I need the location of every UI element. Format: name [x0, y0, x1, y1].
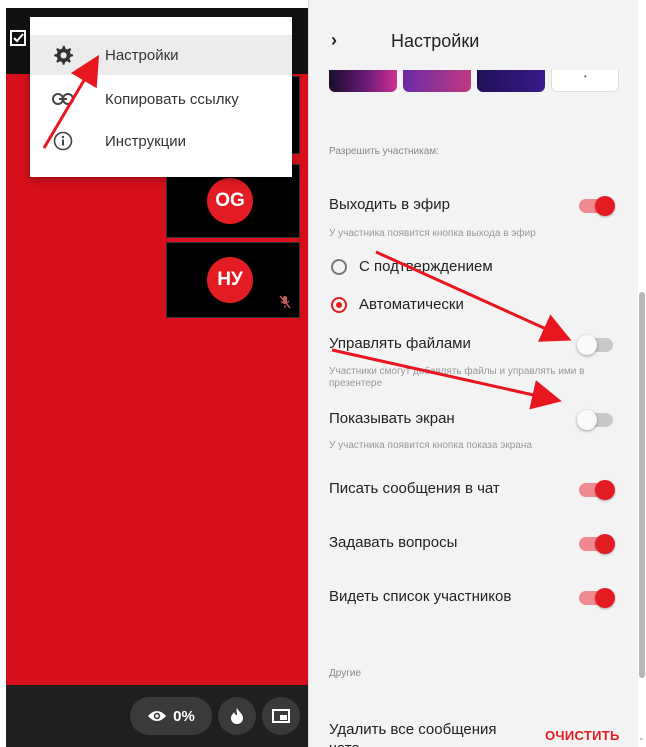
- avatar: НУ: [207, 257, 253, 303]
- background-swatch[interactable]: [403, 70, 471, 92]
- broadcast-label: Выходить в эфир: [329, 196, 450, 213]
- pip-button[interactable]: [262, 697, 300, 735]
- files-toggle[interactable]: [577, 335, 613, 355]
- toggle-knob: [595, 196, 615, 216]
- menu-item-settings[interactable]: Настройки: [30, 35, 292, 75]
- picture-in-picture-icon: [272, 709, 290, 723]
- scrollbar[interactable]: [639, 292, 645, 678]
- screen-toggle[interactable]: [577, 410, 613, 430]
- checklist-icon[interactable]: [10, 30, 26, 46]
- menu-item-instructions[interactable]: Инструкции: [30, 121, 292, 161]
- panel-header: › Настройки: [309, 0, 638, 66]
- screen-label: Показывать экран: [329, 410, 455, 427]
- menu-item-label: Инструкции: [105, 132, 187, 150]
- toggle-knob: [577, 335, 597, 355]
- chat-toggle[interactable]: [579, 480, 615, 500]
- toggle-knob: [595, 480, 615, 500]
- radio-automatic[interactable]: [331, 297, 347, 313]
- dot-icon: •: [584, 72, 587, 81]
- delete-messages-label: Удалить все сообщения чата: [329, 721, 497, 747]
- screen-hint: У участника появится кнопка показа экран…: [329, 440, 532, 451]
- broadcast-hint: У участника появится кнопка выхода в эфи…: [329, 228, 536, 239]
- menu-item-copy-link[interactable]: Копировать ссылку: [30, 79, 292, 119]
- questions-label: Задавать вопросы: [329, 534, 458, 551]
- radio-confirm[interactable]: [331, 259, 347, 275]
- link-icon: [50, 86, 76, 112]
- files-label: Управлять файлами: [329, 335, 471, 352]
- background-swatch[interactable]: [329, 70, 397, 92]
- page-title: Настройки: [391, 31, 480, 51]
- questions-toggle[interactable]: [579, 534, 615, 554]
- broadcast-toggle[interactable]: [579, 196, 615, 216]
- background-swatch[interactable]: •: [551, 70, 619, 92]
- avatar: OG: [207, 178, 253, 224]
- radio-confirm-label: С подтверждением: [359, 258, 493, 275]
- radio-automatic-label: Автоматически: [359, 296, 464, 313]
- mic-off-icon: [279, 295, 291, 309]
- info-icon: [50, 128, 76, 154]
- participants-list-toggle[interactable]: [579, 588, 615, 608]
- menu-item-label: Копировать ссылку: [105, 90, 239, 108]
- participants-list-label: Видеть список участников: [329, 588, 512, 605]
- toggle-knob: [577, 410, 597, 430]
- reaction-button[interactable]: [218, 697, 256, 735]
- views-counter: 0%: [130, 697, 212, 735]
- views-percent: 0%: [173, 707, 195, 725]
- eye-icon: [148, 711, 167, 721]
- toggle-knob: [595, 534, 615, 554]
- gear-icon: [50, 42, 76, 68]
- section-label: Разрешить участникам:: [329, 146, 439, 157]
- toggle-knob: [595, 588, 615, 608]
- menu-item-label: Настройки: [105, 46, 179, 64]
- stage-bottom-bar: 0%: [6, 685, 308, 747]
- chat-label: Писать сообщения в чат: [329, 480, 500, 497]
- fire-icon: [231, 708, 243, 724]
- clear-chat-button[interactable]: ОЧИСТИТЬ: [545, 728, 620, 743]
- files-hint: Участники смогут добавлять файлы и управ…: [329, 366, 585, 389]
- chevron-right-icon[interactable]: ›: [331, 30, 337, 51]
- settings-panel: › Настройки • Разрешить участникам: Выхо…: [308, 0, 638, 747]
- chevron-down-icon[interactable]: ⌄: [638, 733, 646, 742]
- section-label: Другие: [329, 668, 362, 679]
- context-menu: Настройки Копировать ссылку Инструкции: [30, 17, 292, 177]
- background-swatch[interactable]: [477, 70, 545, 92]
- participant-tile[interactable]: НУ: [166, 242, 300, 318]
